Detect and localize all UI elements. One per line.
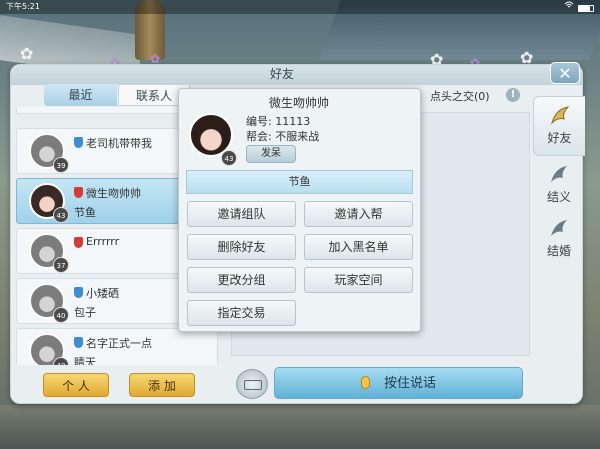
add-friend-button[interactable]: 添 加 [129,373,195,397]
friend-name: 微生吻帅帅 [86,187,141,200]
friend-group: 包子 [74,306,96,319]
friend-name: 小矮硒 [86,287,119,300]
friend-name: Errrrrr [86,235,120,248]
marry-wing-icon [551,220,567,236]
keyboard-button[interactable] [236,369,268,399]
invite-team-button[interactable]: 邀请组队 [187,201,296,227]
popup-player-name: 微生吻帅帅 [269,96,330,110]
side-tab-friends[interactable]: 好友 [533,96,585,156]
shield-icon [74,287,83,298]
level-badge: 40 [53,307,69,323]
blacklist-button[interactable]: 加入黑名单 [304,234,413,260]
close-button[interactable]: ✕ [550,62,580,84]
voice-label: 按住说话 [383,376,436,391]
change-group-button[interactable]: 更改分组 [187,267,296,293]
status-button[interactable]: 发呆 [246,145,296,163]
group-selector[interactable]: 节鱼 [186,170,413,194]
shield-icon [74,187,83,198]
panel-header [11,65,582,85]
voice-input-button[interactable]: 按住说话 [274,367,523,399]
side-tab-label: 结义 [546,190,571,204]
microphone-icon [360,376,370,389]
battery-icon [578,5,594,12]
side-tab-label: 结婚 [546,244,571,258]
player-id: 编号: 11113 [246,115,311,128]
side-tab-sworn[interactable]: 结义 [533,156,585,216]
sworn-wing-icon [551,166,567,182]
list-item[interactable]: 40 名字正式一点 睛天 [16,328,218,365]
level-badge: 43 [53,207,69,223]
shield-icon [74,237,83,248]
level-badge: 37 [53,257,69,273]
level-badge: 43 [221,150,237,166]
friend-group: 节鱼 [74,206,96,219]
close-icon: ✕ [558,64,572,83]
shield-icon [74,137,83,148]
personal-button[interactable]: 个 人 [43,373,109,397]
status-time: 下午5:21 [6,2,40,11]
friend-group: 睛天 [74,356,96,365]
status-bar: 下午5:21 [0,0,600,14]
info-icon[interactable]: ! [506,88,520,102]
shield-icon [74,337,83,348]
friend-name: 名字正式一点 [86,337,152,350]
player-space-button[interactable]: 玩家空间 [304,267,413,293]
wifi-icon [564,0,574,14]
trade-button[interactable]: 指定交易 [187,300,296,326]
player-guild: 帮会: 不服来战 [246,130,320,143]
invite-guild-button[interactable]: 邀请入帮 [304,201,413,227]
background-ground [0,405,600,449]
side-tab-marry[interactable]: 结婚 [533,210,585,270]
level-badge: 39 [53,157,69,173]
panel-title: 好友 [270,67,295,81]
status-icons [564,0,594,14]
group-title: 点头之交(0) [430,90,490,103]
tab-recent[interactable]: 最近 [44,84,117,106]
delete-friend-button[interactable]: 删除好友 [187,234,296,260]
friends-wing-icon [550,106,569,125]
keyboard-icon [244,380,262,390]
side-tab-label: 好友 [547,131,572,145]
level-badge: 40 [53,357,69,365]
friend-name: 老司机带带我 [86,137,152,150]
